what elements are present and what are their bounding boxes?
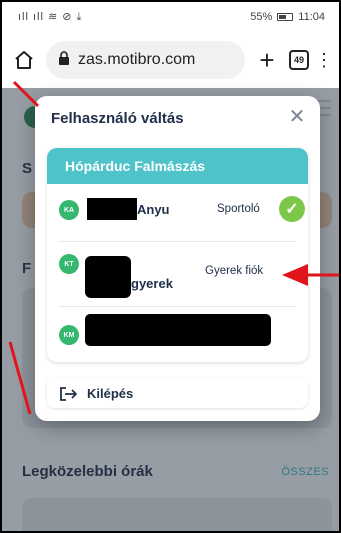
phone-screen: ıll ıll ≋ ⊘ ⤓ 55% 11:04 zas.motibro.com … [2,2,339,531]
annotation-line-top [12,80,40,108]
annotation-overlay [8,80,339,415]
annotation-arrow-right [282,264,339,286]
annotation-line-bottom [8,341,32,415]
